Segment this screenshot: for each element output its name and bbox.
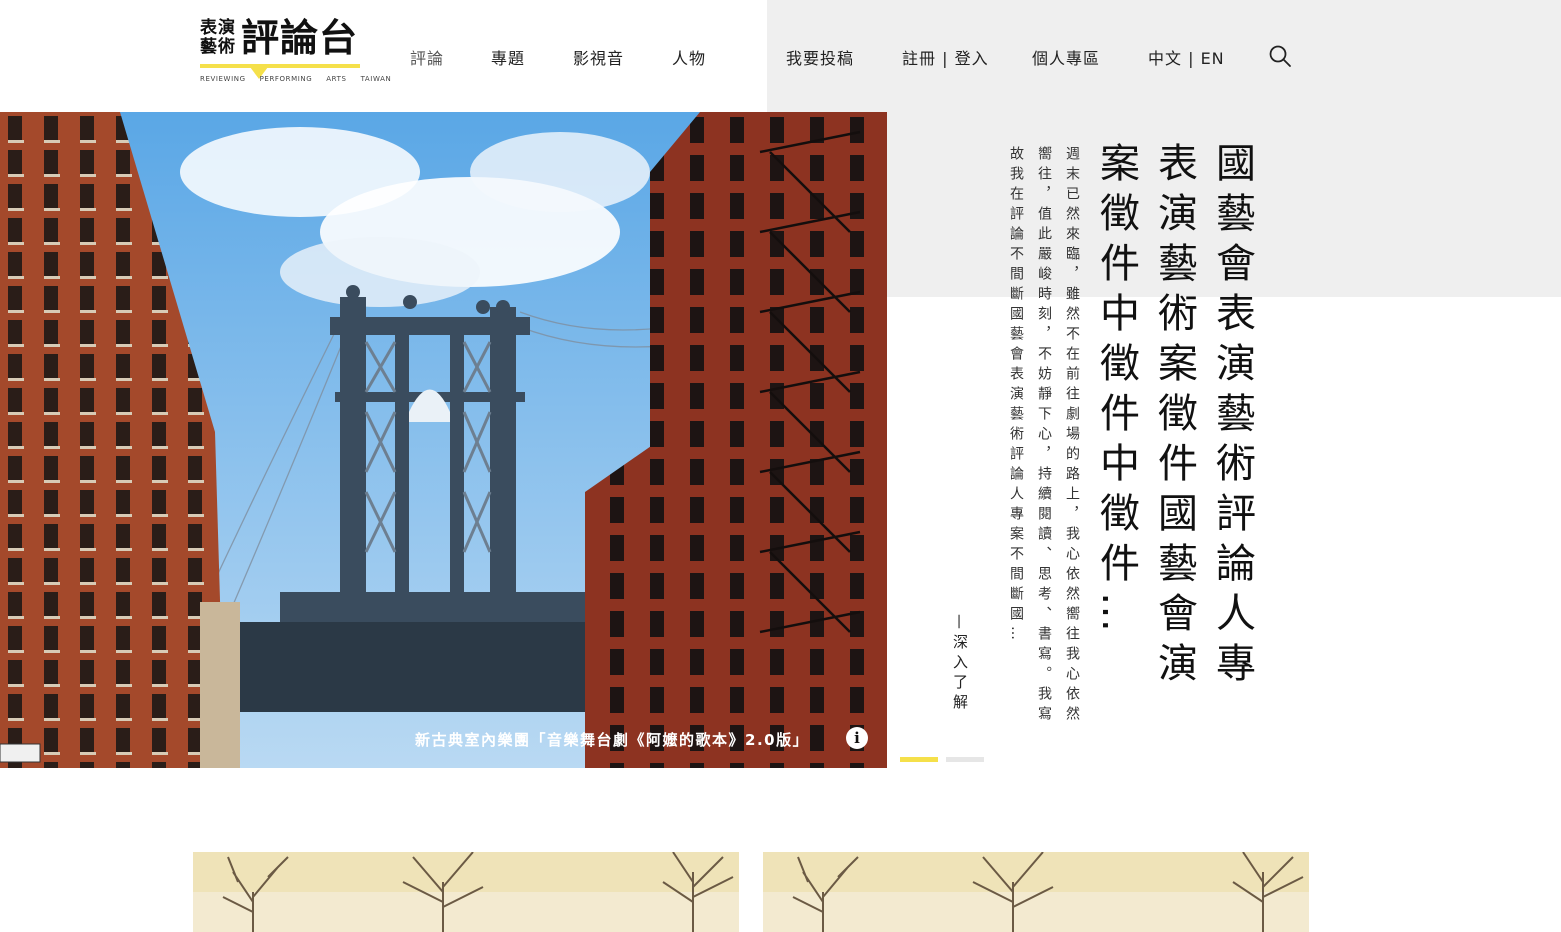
article-card-image[interactable] xyxy=(193,852,739,932)
nav-media[interactable]: 影視音 xyxy=(573,45,624,69)
logo-small-text: 表演 藝術 xyxy=(200,18,236,57)
nav-review[interactable]: 評論 xyxy=(410,45,444,69)
nav-topics[interactable]: 專題 xyxy=(491,45,525,69)
card-tree-illustration xyxy=(193,852,739,932)
site-logo[interactable]: 表演 藝術 評論台 REVIEWING PERFORMING ARTS TAIWAN xyxy=(200,16,391,88)
logo-underline xyxy=(200,64,360,68)
nav-submit[interactable]: 我要投稿 xyxy=(786,45,854,69)
logo-tagline: REVIEWING PERFORMING ARTS TAIWAN xyxy=(200,75,392,83)
logo-title: 評論台 xyxy=(241,16,359,60)
nav-people[interactable]: 人物 xyxy=(672,45,706,69)
info-icon[interactable]: i xyxy=(846,727,868,749)
nav-language[interactable]: 中文 | EN xyxy=(1148,45,1225,69)
nav-auth[interactable]: 註冊 | 登入 xyxy=(902,45,989,69)
article-card-image[interactable] xyxy=(763,852,1309,932)
hero-excerpt: 週末已然來臨，雖然不在前往劇場的路上，我心依然嚮往我心依然嚮往，值此嚴峻時刻，不… xyxy=(1008,146,1080,726)
read-more-link[interactable]: —深入了解 xyxy=(950,614,971,714)
hero-title[interactable]: 國藝會表演藝術評論人專表演藝術案徵件國藝會演案徵件中徵件中徵件… xyxy=(1087,142,1261,702)
search-icon[interactable] xyxy=(1268,44,1292,68)
nav-account[interactable]: 個人專區 xyxy=(1032,45,1100,69)
slide-indicator-2[interactable] xyxy=(946,757,984,762)
hero-bridge-illustration xyxy=(0,112,887,768)
slide-indicator-1[interactable] xyxy=(900,757,938,762)
hero-caption: 新古典室內樂團「音樂舞台劇《阿嬤的歌本》2.0版」 xyxy=(415,731,810,749)
hero-image[interactable] xyxy=(0,112,887,768)
card-tree-illustration xyxy=(763,852,1309,932)
